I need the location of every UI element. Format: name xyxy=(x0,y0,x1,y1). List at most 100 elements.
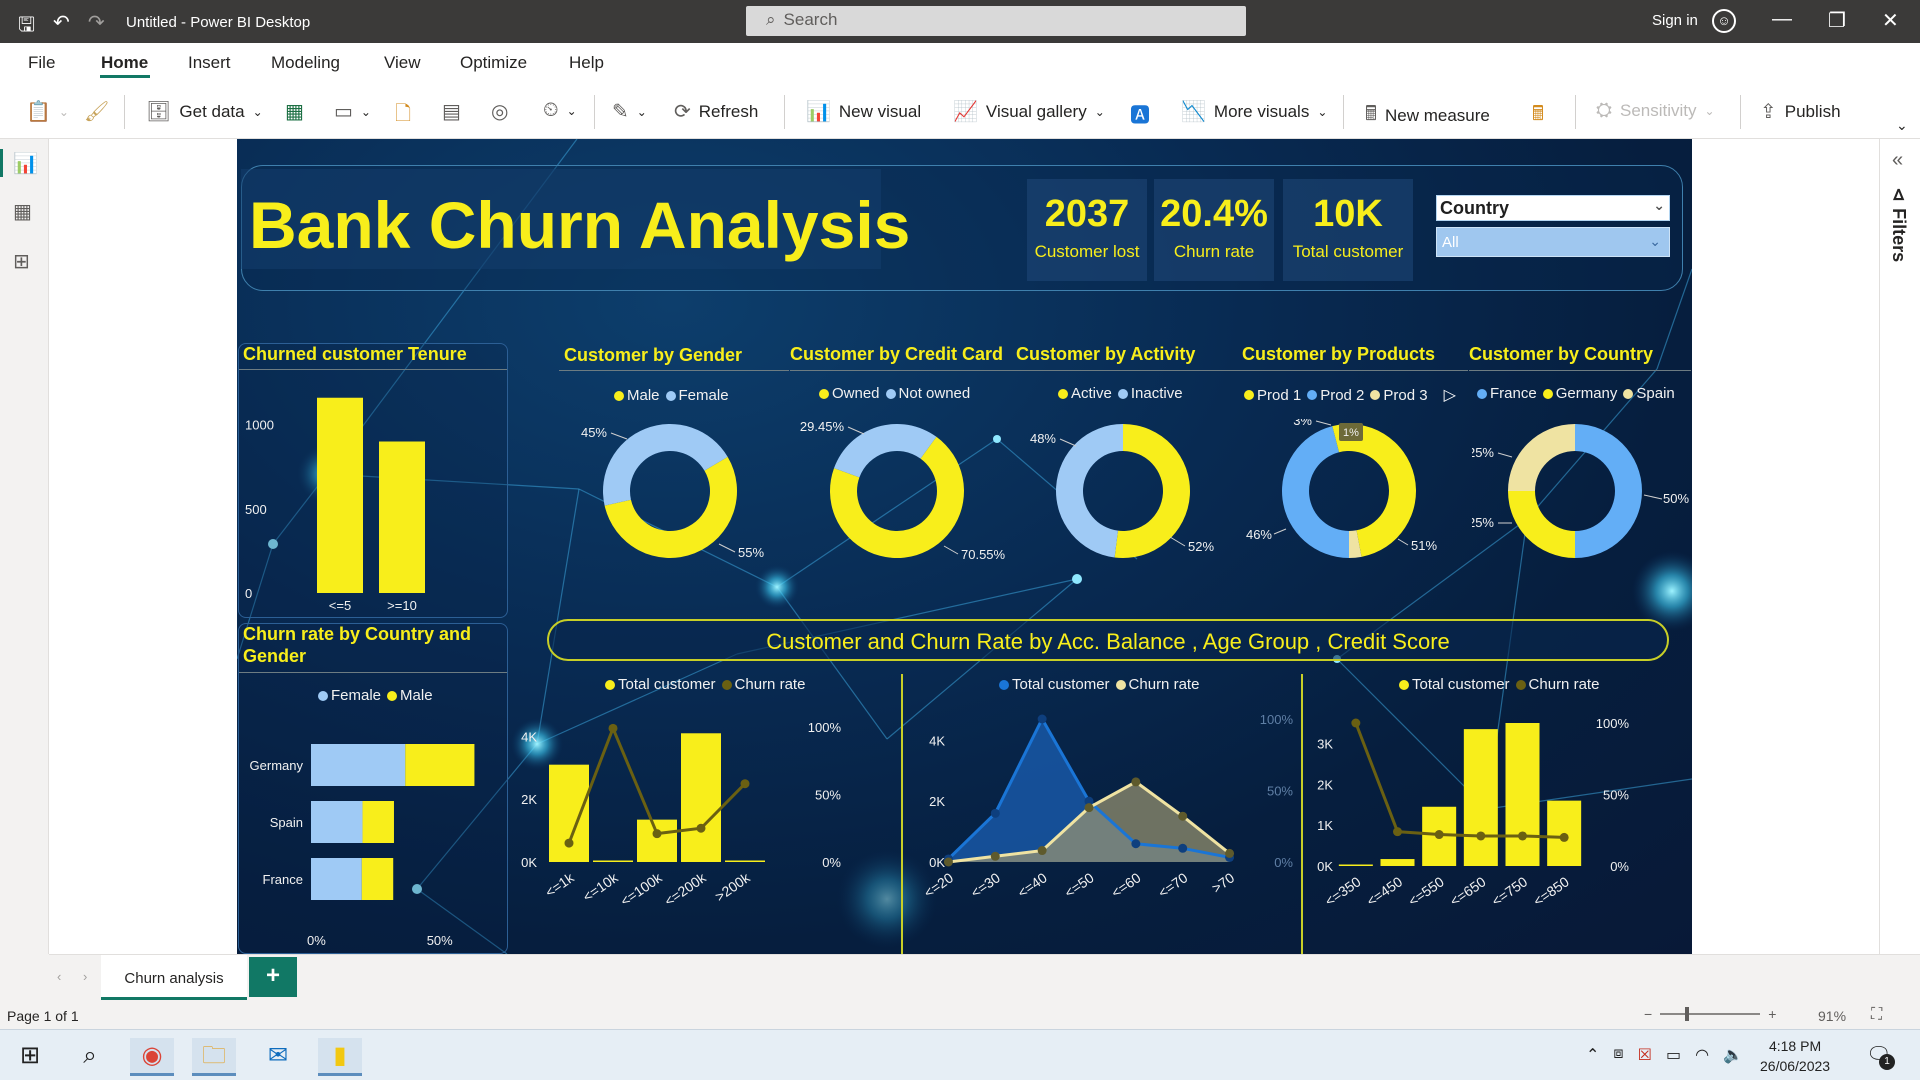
menu-insert[interactable]: Insert xyxy=(188,53,231,73)
datahub-button[interactable]: ▭ ⌄ xyxy=(334,99,371,124)
country-donut-chart[interactable]: 50% 25% 25% xyxy=(1472,419,1692,584)
menu-modeling[interactable]: Modeling xyxy=(271,53,340,73)
chevron-up-icon[interactable]: ⌃ xyxy=(1586,1045,1599,1065)
credit-card-donut-chart[interactable]: 70.55% 29.45% xyxy=(794,419,1014,584)
visual-gallery-button[interactable]: 📈 Visual gallery ⌄ xyxy=(953,99,1105,124)
publish-button[interactable]: ⇪ Publish xyxy=(1760,99,1841,124)
minimize-icon[interactable]: — xyxy=(1772,8,1792,33)
model-view-icon[interactable]: ⊞ xyxy=(13,249,30,274)
churn-rate-point-3 xyxy=(1476,831,1486,841)
quick-measure-button[interactable]: 🖩 xyxy=(1532,99,1544,133)
zoom-thumb[interactable] xyxy=(1685,1007,1690,1021)
search-box[interactable]: ⌕ Search xyxy=(746,6,1246,36)
chevron-left-icon[interactable]: ‹ xyxy=(57,969,61,984)
search-icon[interactable]: ⌕ xyxy=(68,1038,112,1076)
country-legend[interactable]: France Germany Spain xyxy=(1473,385,1677,402)
wifi-icon[interactable]: ◠ xyxy=(1695,1045,1709,1065)
file-explorer-icon[interactable]: 🗀 xyxy=(192,1038,236,1076)
text-box-button[interactable]: 🅰 xyxy=(1130,99,1150,128)
chevron-down-icon[interactable]: ⌄ xyxy=(1653,197,1665,214)
format-painter-button[interactable]: 🖌 xyxy=(84,99,109,124)
report-view-icon[interactable]: 📊 xyxy=(13,151,38,176)
kpi-total-customer[interactable]: 10K Total customer xyxy=(1283,179,1413,281)
kpi-churn-rate[interactable]: 20.4% Churn rate xyxy=(1154,179,1274,281)
credit-score-legend[interactable]: Total customer Churn rate xyxy=(1395,676,1601,693)
ribbon-collapse-button[interactable]: ⌄ xyxy=(1896,117,1908,134)
menu-view[interactable]: View xyxy=(384,53,421,73)
recent-sources-button[interactable]: ⏲ ⌄ xyxy=(543,99,577,122)
window-controls: — ❐ ✕ xyxy=(1772,8,1899,33)
filters-pane[interactable]: « ⊲ Filters xyxy=(1879,139,1920,954)
volume-icon[interactable]: 🔈 xyxy=(1723,1045,1743,1065)
sensitivity-button[interactable]: ⛭ Sensitivity ⌄ xyxy=(1596,99,1715,122)
add-page-button[interactable]: + xyxy=(249,957,297,997)
close-icon[interactable]: ✕ xyxy=(1882,8,1899,33)
age-area-chart[interactable]: 0K 2K 4K 0% 50% 100% <=20 <=30 <=40 <=50 <=60 <=70 >… xyxy=(905,699,1299,954)
credit-card-legend[interactable]: Owned Not owned xyxy=(815,385,972,402)
gender-donut-chart[interactable]: 55% 45% xyxy=(567,419,787,584)
products-legend[interactable]: Prod 1 Prod 2 Prod 3 ▷ xyxy=(1240,385,1456,405)
table-view-icon[interactable]: ▦ xyxy=(13,199,32,224)
churn-country-gender-legend[interactable]: Female Male xyxy=(314,687,435,704)
churn-rate-point-1 xyxy=(1393,827,1402,837)
restore-icon[interactable]: ❐ xyxy=(1828,8,1846,33)
age-legend[interactable]: Total customer Churn rate xyxy=(995,676,1201,693)
refresh-button[interactable]: ⟳ Refresh xyxy=(674,99,758,124)
churn-country-gender-bar-chart[interactable]: Germany Spain France 0% 50% xyxy=(237,709,507,954)
onedrive-icon[interactable]: ☒ xyxy=(1638,1045,1652,1065)
ribbon-separator xyxy=(124,95,125,129)
redo-icon[interactable]: ↷ xyxy=(88,10,105,44)
mail-icon[interactable]: ✉ xyxy=(256,1038,300,1076)
power-bi-icon[interactable]: ▮ xyxy=(318,1038,362,1076)
dataverse-button[interactable]: ◎ xyxy=(491,99,508,124)
excel-button[interactable]: ▦ xyxy=(285,99,304,124)
fit-page-icon[interactable]: ⛶ xyxy=(1871,1006,1882,1024)
menu-help[interactable]: Help xyxy=(569,53,604,73)
paste-button[interactable]: 📋 ⌄ xyxy=(26,99,69,124)
zoom-in-icon[interactable]: + xyxy=(1768,1006,1776,1022)
gender-legend[interactable]: Male Female xyxy=(610,387,731,404)
tenure-bar-chart[interactable]: 0 500 1000 <=5 >=10 xyxy=(237,371,507,621)
menu-file[interactable]: File xyxy=(28,53,55,73)
legend-next-icon[interactable]: ▷ xyxy=(1444,385,1456,405)
tab-churn-analysis[interactable]: Churn analysis xyxy=(101,955,247,1000)
balance-legend[interactable]: Total customer Churn rate xyxy=(601,676,807,693)
donut-slice-1 xyxy=(603,424,728,506)
balance-combo-chart[interactable]: 0K 2K 4K 0% 50% 100% <=1k <=10k<=100k<=200k >200… xyxy=(507,699,899,954)
legend-swatch xyxy=(1244,390,1254,400)
transform-data-button[interactable]: ✎ ⌄ xyxy=(612,99,647,124)
activity-donut-chart[interactable]: 52% 48% xyxy=(1020,419,1240,584)
sign-in-link[interactable]: Sign in xyxy=(1652,12,1698,29)
more-visuals-button[interactable]: 📉 More visuals ⌄ xyxy=(1181,99,1327,124)
kpi-customer-lost[interactable]: 2037 Customer lost xyxy=(1027,179,1147,281)
legend-swatch xyxy=(318,690,328,701)
chevron-right-icon[interactable]: › xyxy=(83,969,87,984)
churn-rate-point-3 xyxy=(696,823,706,833)
new-measure-button[interactable]: 🖩 New measure xyxy=(1365,99,1490,133)
country-slicer-dropdown[interactable]: All ⌄ xyxy=(1436,227,1670,257)
undo-icon[interactable]: ↶ xyxy=(53,10,70,44)
windows-start-icon[interactable]: ⊞ xyxy=(8,1038,52,1076)
account-icon[interactable]: ☺ xyxy=(1712,9,1736,33)
chevron-double-left-icon[interactable]: « xyxy=(1892,149,1903,172)
network-device-icon[interactable]: ⧈ xyxy=(1613,1045,1623,1065)
zoom-track[interactable] xyxy=(1660,1007,1761,1021)
chrome-icon[interactable]: ◉ xyxy=(130,1038,174,1076)
save-icon[interactable]: 🖫 xyxy=(18,10,35,44)
products-donut-chart[interactable]: 46% 51% 3% 1% xyxy=(1246,419,1466,584)
sql-button[interactable]: 🗋 xyxy=(395,99,411,133)
y2-tick-label: 50% xyxy=(1603,788,1629,803)
enter-data-button[interactable]: ▤ xyxy=(442,99,461,124)
menu-optimize[interactable]: Optimize xyxy=(460,53,527,73)
new-visual-button[interactable]: 📊 New visual xyxy=(806,99,921,124)
credit-score-combo-chart[interactable]: 0K 1K 2K 3K 0% 50% 100% <=350 <=450 <=550 <=650 <=7… xyxy=(1305,699,1692,954)
battery-icon[interactable]: ▭ xyxy=(1666,1045,1681,1065)
x-tick-label: <=550 xyxy=(1405,873,1447,909)
get-data-button[interactable]: 🗄 Get data ⌄ xyxy=(146,99,263,124)
taskbar-clock[interactable]: 4:18 PM 26/06/2023 xyxy=(1760,1036,1830,1076)
bar-female-france xyxy=(311,858,362,900)
zoom-out-icon[interactable]: − xyxy=(1644,1006,1652,1022)
zoom-slider[interactable]: − + xyxy=(1644,1006,1776,1022)
menu-home[interactable]: Home xyxy=(101,53,148,73)
activity-legend[interactable]: Active Inactive xyxy=(1054,385,1185,402)
